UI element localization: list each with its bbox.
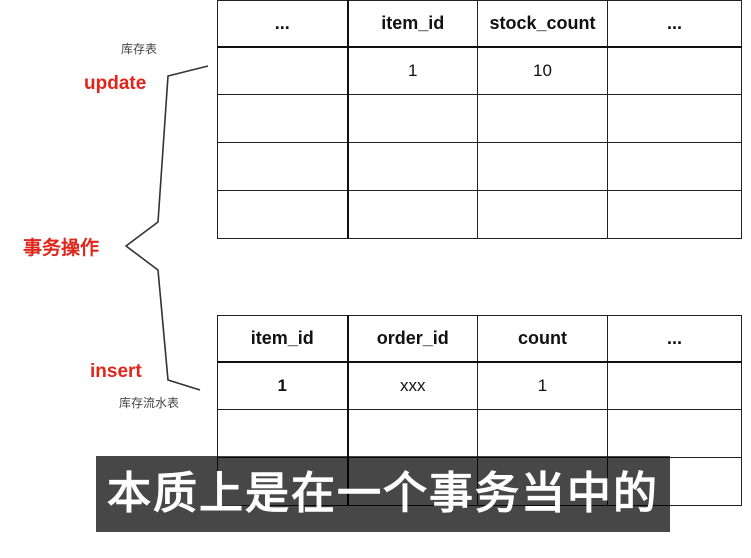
subtitle-caption: 本质上是在一个事务当中的 (96, 456, 670, 532)
